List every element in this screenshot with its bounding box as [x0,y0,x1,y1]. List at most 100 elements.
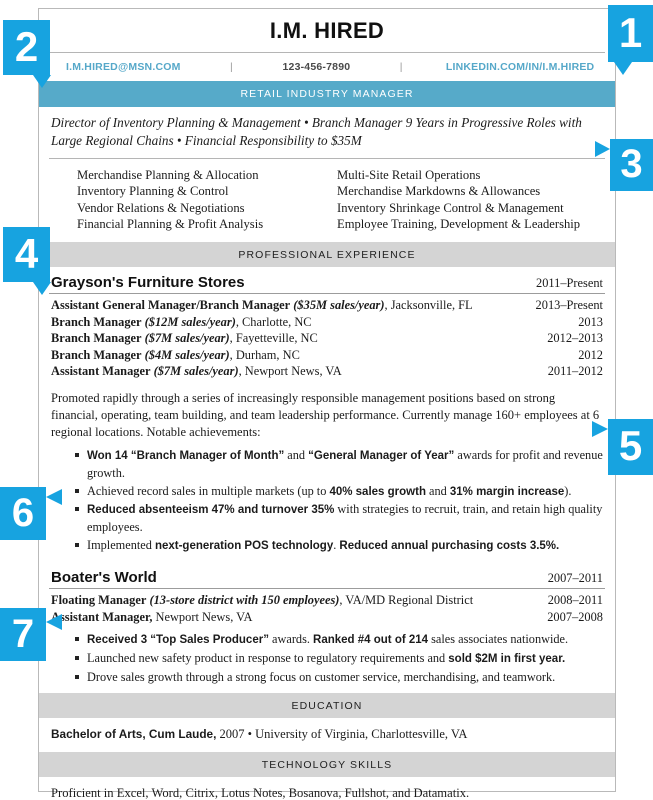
company-name: Boater's World [51,569,157,587]
role-title: Branch Manager [51,331,142,346]
role-dates: 2008–2011 [547,593,603,608]
role-description: Branch Manager ($12M sales/year), Charlo… [51,314,312,331]
achievement-highlight: Won 14 “Branch Manager of Month” [87,450,285,463]
competency-item: Multi-Site Retail Operations [337,167,481,182]
section-header-technology: TECHNOLOGY SKILLS [39,752,615,778]
role-row: Branch Manager ($7M sales/year), Fayette… [49,330,605,347]
role-description: Branch Manager ($7M sales/year), Fayette… [51,330,318,347]
callout-badge-2-tail [33,75,51,88]
achievement-item: Won 14 “Branch Manager of Month” and “Ge… [75,447,603,481]
page-title: I.M. HIRED [269,17,385,43]
role-scope: ($7M sales/year) [144,331,230,346]
contact-row: I.M.HIRED@MSN.COM | 123-456-7890 | LINKE… [49,53,605,81]
competencies-column-right: Multi-Site Retail Operations Merchandise… [327,167,605,233]
achievement-text: Implemented [87,537,155,552]
achievement-text: Achieved record sales in multiple market… [87,483,330,498]
role-location: , Charlotte, NC [235,314,312,329]
role-title: Assistant Manager, [51,609,153,624]
callout-badge-7: 7 [0,608,46,661]
achievement-text: ). [564,483,572,498]
role-dates: 2007–2008 [547,609,603,624]
achievement-item: Implemented next-generation POS technolo… [75,537,603,555]
achievement-item: Launched new safety product in response … [75,650,603,668]
role-title: Branch Manager [51,314,142,329]
role-dates: 2013 [578,314,603,329]
achievement-highlight: 31% margin increase [449,485,565,498]
education-details: 2007 • University of Virginia, Charlotte… [216,727,468,742]
role-row: Assistant General Manager/Branch Manager… [49,294,605,314]
section-header-education-label: EDUCATION [291,699,363,712]
callout-badge-5-tail [592,421,608,437]
role-scope: ($12M sales/year) [144,314,236,329]
achievement-text: Launched new safety product in response … [87,650,449,665]
achievement-highlight: 40% sales growth [329,485,426,498]
achievement-highlight: Reduced absenteeism 47% and turnover 35% [87,504,335,517]
company-row: Grayson's Furniture Stores 2011–Present [49,267,605,295]
role-description: Assistant Manager ($7M sales/year), Newp… [51,363,342,380]
achievement-item: Reduced absenteeism 47% and turnover 35%… [75,501,603,535]
achievement-highlight: Received 3 “Top Sales Producer” [87,634,269,647]
role-location: , Fayetteville, NC [229,331,318,346]
achievement-text: sales associates nationwide. [428,632,569,647]
callout-badge-5-label: 5 [618,422,643,469]
role-location: , VA/MD Regional District [339,593,474,608]
resume-annotated-page: I.M. HIRED I.M.HIRED@MSN.COM | 123-456-7… [0,0,653,800]
contact-separator-2: | [399,61,403,73]
achievement-item: Achieved record sales in multiple market… [75,483,603,501]
callout-badge-1-tail [614,62,632,75]
achievement-text: Drove sales growth through a strong focu… [87,669,556,684]
callout-badge-3-label: 3 [620,142,643,186]
linkedin-link[interactable]: LINKEDIN.COM/IN/I.M.HIRED [435,61,605,73]
competency-item: Employee Training, Development & Leaders… [337,217,581,232]
tagline: Director of Inventory Planning & Managem… [49,107,605,159]
role-scope: ($7M sales/year) [153,364,239,379]
achievement-text: and [284,448,309,463]
technology-skills-text: Proficient in Excel, Word, Citrix, Lotus… [51,786,470,800]
competencies-column-left: Merchandise Planning & Allocation Invent… [49,167,327,233]
company-dates: 2007–2011 [547,571,603,586]
callout-badge-6-tail [46,489,62,505]
callout-badge-3: 3 [610,139,653,191]
role-scope: ($35M sales/year) [293,298,385,313]
competency-item: Inventory Planning & Control [77,184,229,199]
section-header-experience-label: PROFESSIONAL EXPERIENCE [238,248,416,261]
achievement-highlight: next-generation POS technology [154,539,334,552]
role-list: Assistant General Manager/Branch Manager… [49,294,605,380]
competency-item: Merchandise Planning & Allocation [77,167,259,182]
callout-badge-2-label: 2 [14,22,39,70]
role-description: Branch Manager ($4M sales/year), Durham,… [51,347,300,364]
role-location: Newport News, VA [152,609,253,624]
section-header-experience: PROFESSIONAL EXPERIENCE [39,242,615,268]
job-block: Grayson's Furniture Stores 2011–Present … [49,267,605,554]
role-row: Branch Manager ($4M sales/year), Durham,… [49,347,605,364]
competency-item: Vendor Relations & Negotiations [77,200,245,215]
competency-item: Financial Planning & Profit Analysis [77,217,264,232]
achievement-text: awards. [268,632,314,647]
role-dates: 2012–2013 [547,331,603,346]
headline-banner-label: RETAIL INDUSTRY MANAGER [240,88,414,100]
achievement-item: Received 3 “Top Sales Producer” awards. … [75,631,603,649]
role-row: Branch Manager ($12M sales/year), Charlo… [49,314,605,331]
callout-badge-7-tail [46,614,62,630]
section-header-education: EDUCATION [39,693,615,719]
callout-badge-3-tail [595,141,610,157]
role-description: Assistant General Manager/Branch Manager… [51,297,473,314]
achievement-list: Received 3 “Top Sales Producer” awards. … [49,631,605,685]
core-competencies: Merchandise Planning & Allocation Invent… [49,159,605,242]
company-row: Boater's World 2007–2011 [49,562,605,590]
achievement-highlight: Ranked #4 out of 214 [313,634,429,647]
role-description: Floating Manager (13-store district with… [51,592,473,609]
achievement-highlight: Reduced annual purchasing costs 3.5%. [339,539,560,552]
headline-banner: RETAIL INDUSTRY MANAGER [39,81,615,107]
achievement-highlight: sold $2M in first year. [448,652,566,665]
role-dates: 2012 [578,347,603,362]
role-dates: 2011–2012 [547,364,603,379]
phone-number: 123-456-7890 [282,61,351,73]
callout-badge-4-tail [33,282,51,295]
role-dates: 2013–Present [535,298,603,313]
role-title: Floating Manager [51,593,147,608]
role-title: Assistant General Manager/Branch Manager [51,298,291,313]
callout-badge-1-label: 1 [618,8,643,56]
callout-badge-7-label: 7 [11,611,35,656]
email-link[interactable]: I.M.HIRED@MSN.COM [49,61,198,73]
